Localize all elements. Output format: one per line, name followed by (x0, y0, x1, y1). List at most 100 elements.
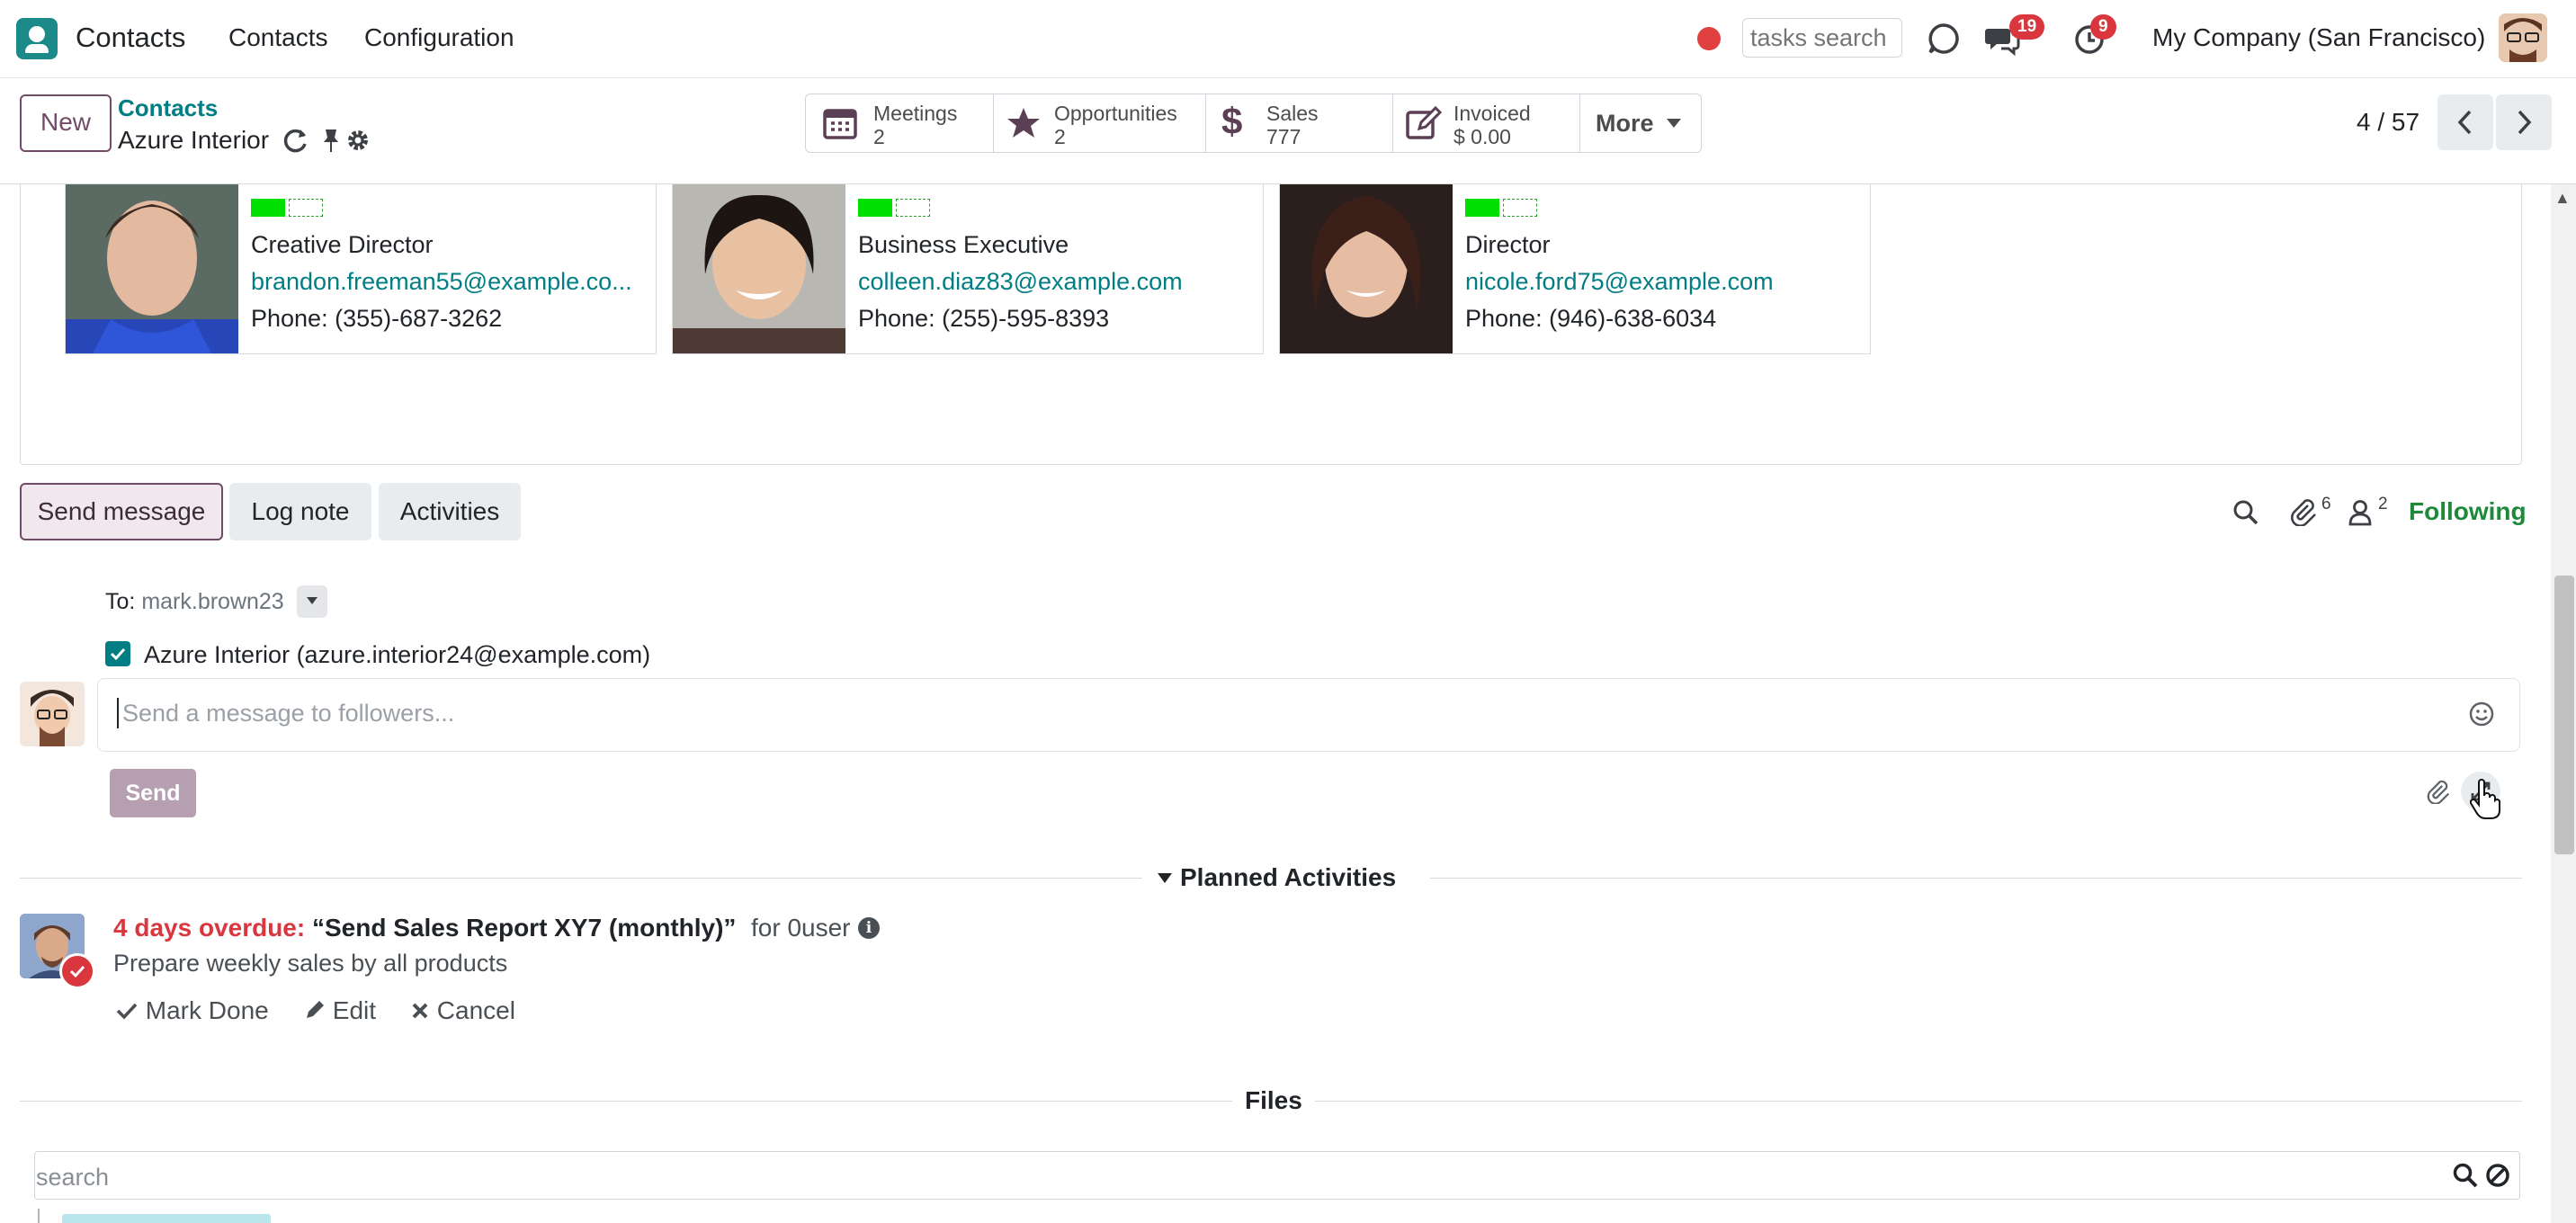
app-icon-body (25, 44, 49, 53)
tag-outline (289, 199, 323, 217)
file-tree-line (38, 1209, 40, 1223)
contact-photo (66, 184, 238, 353)
star-icon (1007, 108, 1040, 138)
edit-icon (1406, 105, 1443, 139)
contact-photo (1280, 184, 1453, 353)
mark-done-label: Mark Done (145, 996, 269, 1024)
activity-assignee: for 0user (751, 914, 851, 942)
scroll-up-arrow-icon[interactable]: ▲ (2554, 189, 2571, 208)
send-button[interactable]: Send (110, 769, 196, 817)
tasks-search-input[interactable] (1742, 18, 1902, 58)
recipients-dropdown-toggle[interactable] (297, 585, 327, 618)
emoji-icon[interactable] (2468, 701, 2495, 728)
contact-email[interactable]: brandon.freeman55@example.co... (251, 268, 632, 296)
close-icon (412, 1003, 428, 1019)
to-recipient-name: mark.brown23 (141, 589, 284, 614)
following-toggle[interactable]: Following (2409, 497, 2527, 526)
contact-card[interactable]: Business Executive colleen.diaz83@exampl… (672, 184, 1264, 354)
composer-avatar (20, 682, 85, 746)
company-switcher[interactable]: My Company (San Francisco) (2152, 23, 2485, 52)
recipient-checkbox[interactable] (105, 641, 130, 666)
tag-outline (896, 199, 930, 217)
paperclip-icon[interactable] (2288, 497, 2317, 526)
user-avatar[interactable] (2499, 13, 2547, 62)
pager-previous-button[interactable] (2437, 94, 2493, 150)
refresh-icon[interactable] (282, 127, 309, 154)
info-icon[interactable]: i (858, 917, 880, 939)
planned-activities-title: Planned Activities (1180, 863, 1397, 891)
breadcrumb-current: Azure Interior (118, 126, 270, 154)
contact-email[interactable]: nicole.ford75@example.com (1465, 268, 1774, 296)
sales-label: Sales (1266, 102, 1319, 125)
meetings-value: 2 (873, 125, 885, 148)
contacts-app-icon[interactable] (16, 18, 58, 59)
contact-photo (673, 184, 845, 353)
pin-icon[interactable] (320, 127, 342, 154)
contact-tags (858, 199, 930, 217)
activity-summary: “Send Sales Report XY7 (monthly)” (312, 914, 737, 942)
composer-placeholder[interactable]: Send a message to followers... (122, 700, 454, 728)
search-icon[interactable] (2232, 499, 2259, 526)
smart-button-meetings[interactable]: Meetings 2 (806, 94, 994, 152)
app-icon-head (29, 26, 45, 42)
more-label: More (1596, 110, 1654, 137)
more-dropdown-button[interactable]: More (1579, 94, 1702, 152)
contact-phone: Phone: (255)-595-8393 (858, 305, 1110, 332)
recipient-line: To: mark.brown23 (105, 589, 284, 615)
mark-done-button[interactable]: Mark Done (115, 996, 269, 1025)
chevron-right-icon (2518, 110, 2532, 135)
invoiced-value: $ 0.00 (1453, 125, 1511, 148)
check-icon (116, 1003, 138, 1020)
activity-note: Prepare weekly sales by all products (113, 950, 508, 977)
caret-down-icon (307, 597, 318, 604)
invoiced-label: Invoiced (1453, 102, 1531, 125)
menu-contacts[interactable]: Contacts (228, 23, 328, 52)
edit-label: Edit (332, 996, 377, 1024)
contact-phone: Phone: (946)-638-6034 (1465, 305, 1717, 332)
contact-card[interactable]: Director nicole.ford75@example.com Phone… (1279, 184, 1871, 354)
contact-card[interactable]: Creative Director brandon.freeman55@exam… (65, 184, 657, 354)
tag-outline (1503, 199, 1537, 217)
gear-icon[interactable] (344, 127, 371, 154)
edit-activity-button[interactable]: Edit (304, 996, 376, 1025)
app-title[interactable]: Contacts (76, 22, 185, 54)
smart-button-sales[interactable]: $ Sales 777 (1205, 94, 1393, 152)
pager-value[interactable]: 4 / 57 (2357, 108, 2419, 137)
files-search-input[interactable]: search (36, 1164, 109, 1192)
caret-down-icon (1158, 873, 1172, 883)
voip-icon[interactable] (1927, 22, 1961, 56)
contact-email[interactable]: colleen.diaz83@example.com (858, 268, 1183, 296)
log-note-button[interactable]: Log note (229, 483, 371, 540)
breadcrumb-parent-link[interactable]: Contacts (118, 94, 218, 122)
activities-button[interactable]: Activities (379, 483, 521, 540)
message-composer[interactable] (97, 678, 2520, 752)
contact-tags (251, 199, 323, 217)
activity-type-check-icon (59, 953, 95, 989)
new-button[interactable]: New (20, 94, 112, 152)
text-caret (117, 698, 119, 728)
contact-role: Director (1465, 231, 1551, 258)
opportunities-label: Opportunities (1054, 102, 1177, 125)
hand-cursor-icon (2470, 779, 2500, 819)
send-message-button[interactable]: Send message (20, 483, 223, 540)
menu-configuration[interactable]: Configuration (364, 23, 514, 52)
recipient-label[interactable]: Azure Interior (azure.interior24@example… (144, 641, 650, 669)
followers-icon[interactable] (2348, 499, 2373, 526)
contact-role: Business Executive (858, 231, 1069, 258)
smart-button-invoiced[interactable]: Invoiced $ 0.00 (1392, 94, 1580, 152)
smart-button-opportunities[interactable]: Opportunities 2 (993, 94, 1206, 152)
tag-green (251, 199, 285, 217)
pager-next-button[interactable] (2496, 94, 2552, 150)
tag-green (1465, 199, 1499, 217)
tag-green (858, 199, 892, 217)
recording-indicator-icon[interactable] (1697, 27, 1721, 50)
cancel-activity-button[interactable]: Cancel (410, 996, 515, 1025)
planned-activities-header[interactable]: Planned Activities (1142, 863, 1430, 894)
file-thumbnail[interactable] (62, 1214, 271, 1223)
clear-filter-icon[interactable] (2484, 1162, 2511, 1189)
search-icon[interactable] (2452, 1162, 2479, 1189)
attach-file-icon[interactable] (2425, 779, 2450, 804)
files-search-box[interactable] (34, 1151, 2520, 1200)
scrollbar-thumb[interactable] (2554, 576, 2574, 854)
cancel-label: Cancel (436, 996, 515, 1024)
